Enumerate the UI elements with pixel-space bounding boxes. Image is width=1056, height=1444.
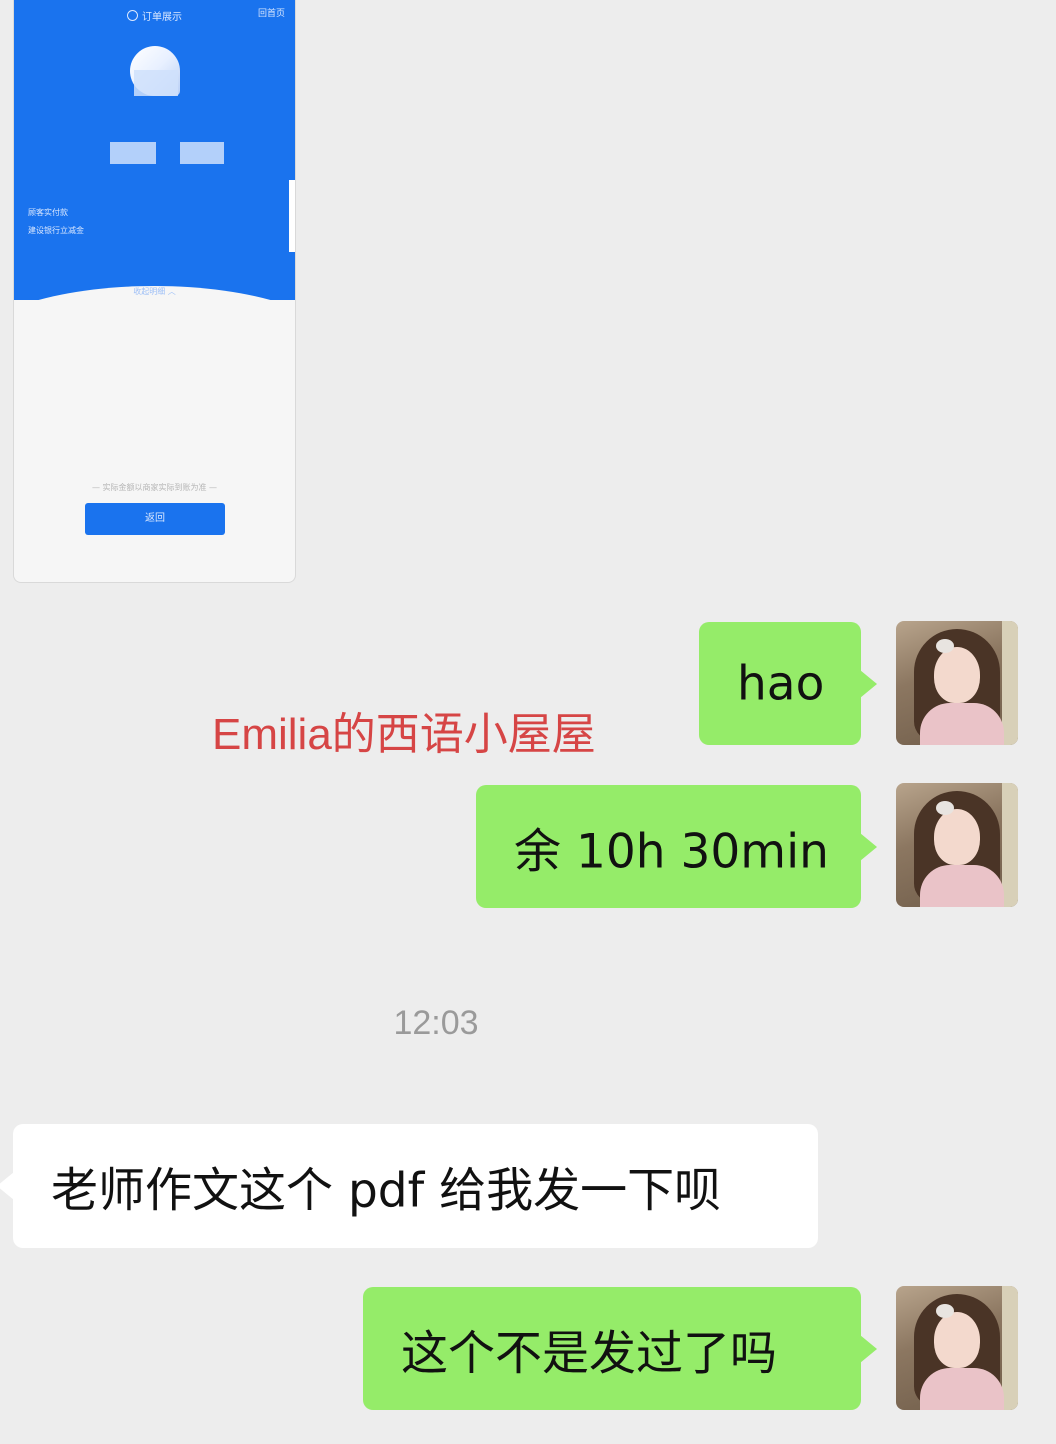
screenshot-home-link: 回首页 xyxy=(257,9,285,19)
avatar-body xyxy=(920,703,1004,745)
screenshot-note: — 实际金额以商家实际到账为准 — xyxy=(91,483,218,492)
avatar-body xyxy=(920,1368,1004,1410)
avatar[interactable] xyxy=(896,621,1018,745)
detail-line: 顾客实付款 xyxy=(28,208,68,217)
check-circle-icon xyxy=(127,10,138,21)
message-text: 老师作文这个 pdf 给我发一下呗 xyxy=(51,1163,722,1219)
avatar-hair-flower xyxy=(936,1304,954,1318)
screenshot-title: 订单展示 xyxy=(14,8,295,23)
avatar-face xyxy=(934,809,980,865)
detail-line: 建设银行立减金 xyxy=(28,226,84,235)
screenshot-side-tab xyxy=(289,180,295,252)
message-text: 余 10h 30min xyxy=(514,824,829,879)
message-bubble-sent[interactable]: 余 10h 30min xyxy=(476,785,877,908)
screenshot-return-button: 返回 xyxy=(85,503,225,535)
screenshot-collapse-label: 收起明细 ︿ xyxy=(133,287,176,296)
avatar[interactable] xyxy=(896,1286,1018,1410)
avatar-bg xyxy=(1002,783,1018,907)
avatar-body xyxy=(920,865,1004,907)
message-text: 这个不是发过了吗 xyxy=(401,1326,777,1381)
avatar-hair-flower xyxy=(936,639,954,653)
chat-timestamp: 12:03 xyxy=(393,1004,479,1042)
screenshot-detail-lines: 顾客实付款 建设银行立减金 xyxy=(28,204,84,240)
avatar-face xyxy=(934,1312,980,1368)
avatar[interactable] xyxy=(896,783,1018,907)
message-text: hao xyxy=(737,656,825,711)
avatar-bg xyxy=(1002,621,1018,745)
avatar-bg xyxy=(1002,1286,1018,1410)
message-bubble-received[interactable]: 老师作文这个 pdf 给我发一下呗 xyxy=(0,1124,818,1248)
shared-screenshot-image[interactable]: 订单展示 回首页 顾客实付款 建设银行立减金 收起明细 ︿ — 实际金额以商家实… xyxy=(13,0,296,583)
message-bubble-sent[interactable]: hao xyxy=(699,622,877,745)
avatar-hair-flower xyxy=(936,801,954,815)
watermark: Emilia的西语小屋屋 xyxy=(212,710,596,759)
message-bubble-sent[interactable]: 这个不是发过了吗 xyxy=(363,1287,877,1410)
avatar-face xyxy=(934,647,980,703)
blurred-logo-area xyxy=(134,70,178,96)
blurred-amount xyxy=(180,142,224,164)
blurred-amount xyxy=(110,142,156,164)
